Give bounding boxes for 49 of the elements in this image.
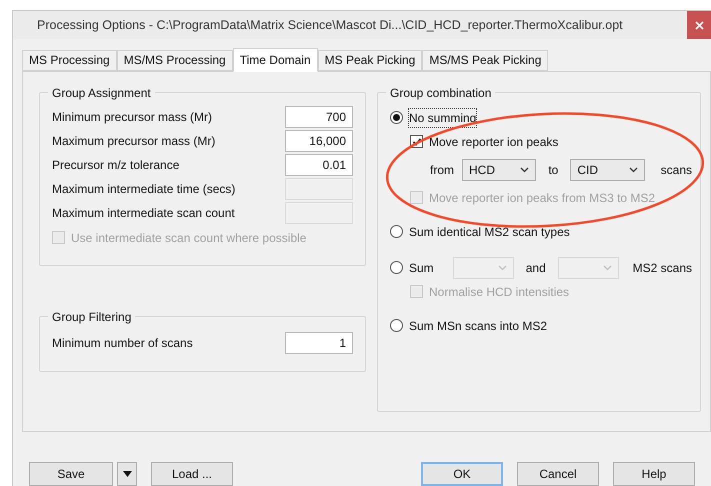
dropdown-button[interactable] <box>117 462 137 486</box>
radio-label: Sum <box>409 260 434 277</box>
save-button[interactable]: Save <box>29 462 113 486</box>
checkbox-label: Normalise HCD intensities <box>429 284 570 301</box>
chevron-down-icon <box>498 264 507 271</box>
checkbox-label: Move reporter ion peaks <box>429 134 558 151</box>
field-label: Minimum number of scans <box>52 334 193 352</box>
from-label: from <box>430 162 454 179</box>
radio-button[interactable] <box>390 111 403 124</box>
checkmark-icon <box>412 136 422 147</box>
tab[interactable]: MS Processing <box>22 50 117 71</box>
field-label: Minimum precursor mass (Mr) <box>52 108 212 126</box>
tab[interactable]: MS/MS Peak Picking <box>422 50 548 71</box>
field-label: Maximum intermediate time (secs) <box>52 180 236 198</box>
field-label: Precursor m/z tolerance <box>52 156 180 174</box>
ok-button[interactable]: OK <box>421 462 503 486</box>
dropdown[interactable]: HCD <box>462 158 536 181</box>
radio-label: No summing <box>409 108 476 127</box>
to-label: to <box>547 162 560 179</box>
input-field[interactable]: 700 <box>285 106 353 128</box>
chevron-down-icon <box>602 264 612 271</box>
suffix-label: scans <box>660 162 692 179</box>
chevron-down-icon <box>520 166 530 173</box>
dialog-button[interactable]: Cancel <box>517 462 599 486</box>
radio-button[interactable] <box>390 225 403 238</box>
radio-label: Sum MSn scans into MS2 <box>409 318 548 335</box>
input-field[interactable]: 1 <box>285 332 353 354</box>
radio-button[interactable] <box>390 261 403 274</box>
dialog-button[interactable]: Help <box>613 462 695 486</box>
dropdown[interactable]: CID <box>570 158 645 181</box>
checkbox-label: Move reporter ion peaks from MS3 to MS2 <box>429 190 656 207</box>
suffix-label: MS2 scans <box>632 260 692 277</box>
caret-icon <box>122 471 132 477</box>
tab[interactable]: MS Peak Picking <box>318 50 422 71</box>
dialog-button[interactable]: Load ... <box>151 462 233 486</box>
radio-label: Sum identical MS2 scan types <box>409 224 570 241</box>
field-label: Maximum precursor mass (Mr) <box>52 132 216 150</box>
tab[interactable]: Time Domain <box>232 48 318 72</box>
checkbox-label: Use intermediate scan count where possible <box>71 230 306 247</box>
tab[interactable]: MS/MS Processing <box>116 50 233 71</box>
close-button[interactable] <box>687 11 711 39</box>
window-title: Processing Options - C:\ProgramData\Matrix Science\Mascot Di...\CID_HCD_reporter.ThermoXcalibur.opt <box>36 16 623 34</box>
and-label: and <box>524 260 547 277</box>
radio-button[interactable] <box>390 319 403 332</box>
field-label: Maximum intermediate scan count <box>52 204 235 222</box>
input-field[interactable]: 0.01 <box>285 154 353 176</box>
chevron-down-icon <box>628 166 638 173</box>
input-field[interactable]: 16,000 <box>285 130 353 152</box>
close-icon <box>694 20 704 30</box>
